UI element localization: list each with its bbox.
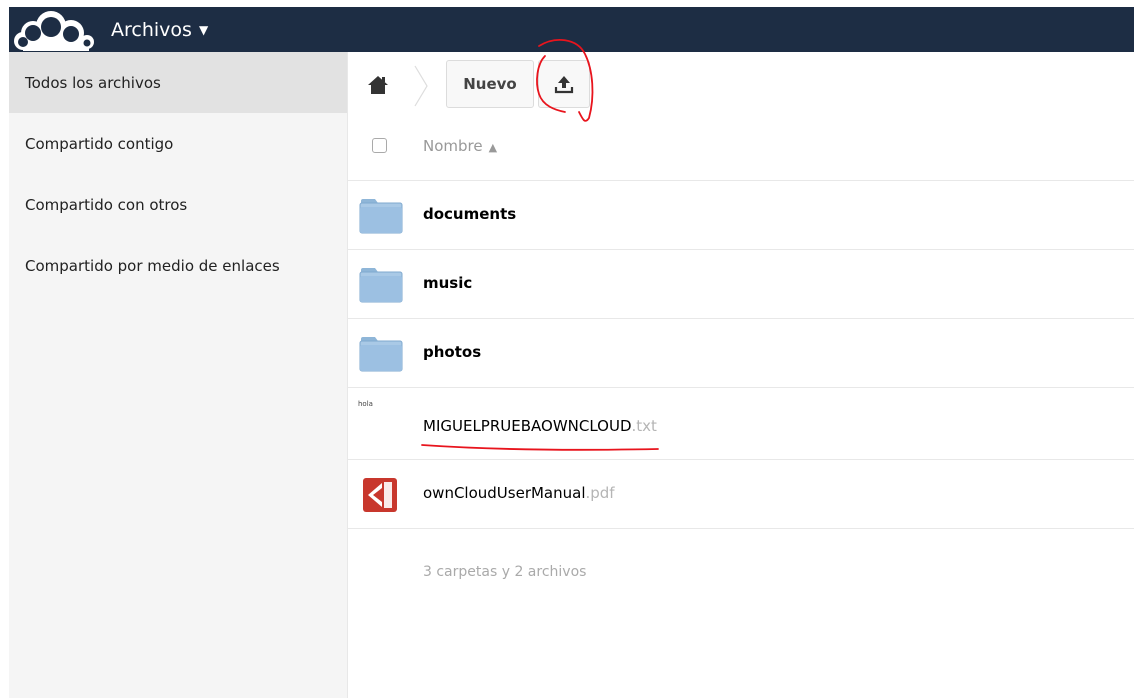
app-menu[interactable]: Archivos ▼ [111,7,208,52]
caret-down-icon: ▼ [198,22,209,37]
upload-icon [554,76,574,94]
new-button-label: Nuevo [463,75,517,93]
sidebar: Todos los archivos Compartido contigo Co… [9,52,348,698]
sidebar-item-label: Compartido con otros [25,195,188,214]
file-summary: 3 carpetas y 2 archivos [423,564,587,580]
page-margin [0,0,9,698]
new-button[interactable]: Nuevo [446,60,534,108]
sidebar-item-shared-with-you[interactable]: Compartido contigo [9,113,347,174]
sidebar-item-shared-by-link[interactable]: Compartido por medio de enlaces [9,235,347,296]
owncloud-logo-icon[interactable] [11,9,101,51]
sidebar-item-shared-with-others[interactable]: Compartido con otros [9,174,347,235]
file-name[interactable]: photos [423,343,481,361]
pdf-icon [363,478,397,512]
file-name[interactable]: MIGUELPRUEBAOWNCLOUD.txt [423,417,657,435]
sort-ascending-icon: ▲ [488,141,498,154]
column-name-header[interactable]: Nombre ▲ [423,137,497,155]
column-name-label: Nombre [423,137,483,155]
sidebar-item-label: Todos los archivos [25,73,161,92]
file-row-music[interactable]: music [348,250,1134,319]
file-row-photos[interactable]: photos [348,319,1134,388]
sidebar-item-label: Compartido contigo [25,134,174,153]
file-name[interactable]: documents [423,205,516,223]
home-icon[interactable] [367,74,389,96]
upload-button[interactable] [538,60,590,108]
text-file-thumbnail: hola [358,400,373,408]
breadcrumb-separator-icon [414,65,428,107]
folder-icon [359,337,403,372]
folder-icon [359,268,403,303]
file-name[interactable]: music [423,274,472,292]
folder-icon [359,199,403,234]
sidebar-item-all-files[interactable]: Todos los archivos [9,52,347,113]
file-list-header: Nombre ▲ [348,117,1134,181]
select-all-checkbox[interactable] [372,138,387,153]
app-header: Archivos ▼ [9,7,1134,52]
file-name[interactable]: ownCloudUserManual.pdf [423,484,615,502]
file-row-documents[interactable]: documents [348,181,1134,250]
file-row-miguelpruebaowncloud[interactable]: hola MIGUELPRUEBAOWNCLOUD.txt [348,388,1134,460]
app-title: Archivos [111,18,192,41]
file-row-owncloudusermanual[interactable]: ownCloudUserManual.pdf [348,460,1134,529]
sidebar-item-label: Compartido por medio de enlaces [25,256,280,275]
